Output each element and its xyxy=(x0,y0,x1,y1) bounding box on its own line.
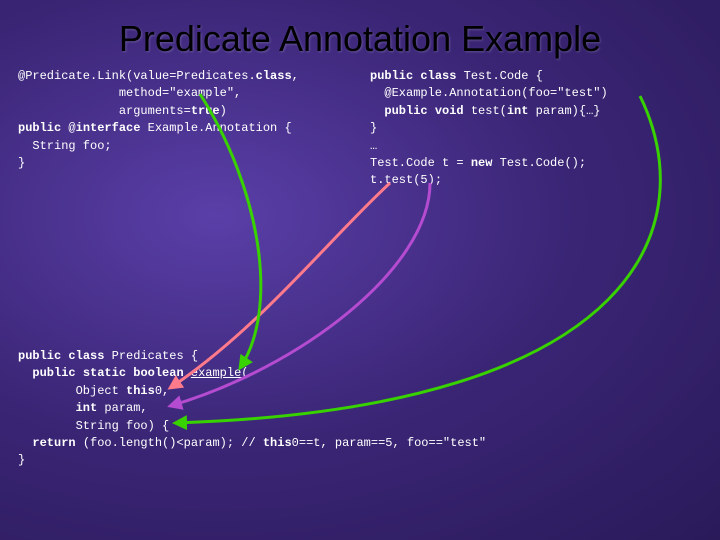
slide-title: Predicate Annotation Example xyxy=(0,0,720,68)
code-text: Test.Code t = xyxy=(370,156,471,170)
code-text: … xyxy=(370,139,377,153)
code-keyword: class xyxy=(420,69,456,83)
code-keyword: public xyxy=(384,104,427,118)
code-text: , xyxy=(234,86,241,100)
code-number: 5 xyxy=(420,173,427,187)
code-keyword: this xyxy=(126,384,155,398)
code-text: , foo== xyxy=(393,436,443,450)
code-text: ) xyxy=(220,104,227,118)
left-code-block: @Predicate.Link(value=Predicates.class, … xyxy=(18,68,368,172)
code-keyword: public xyxy=(370,69,413,83)
code-keyword: boolean xyxy=(133,366,183,380)
code-text: Test.Code(); xyxy=(492,156,586,170)
code-text xyxy=(18,401,76,415)
code-text xyxy=(370,104,384,118)
code-text: @ xyxy=(61,121,75,135)
code-keyword: this xyxy=(263,436,292,450)
code-number: 5 xyxy=(385,436,392,450)
code-string: "test" xyxy=(443,436,486,450)
code-text xyxy=(76,366,83,380)
code-text xyxy=(18,436,32,450)
code-text: (foo.length()<param); // xyxy=(76,436,263,450)
code-text: param, xyxy=(97,401,147,415)
code-text: Object xyxy=(18,384,126,398)
code-text: @Predicate.Link(value=Predicates. xyxy=(18,69,256,83)
code-text: @Example.Annotation(foo= xyxy=(370,86,557,100)
code-keyword: return xyxy=(32,436,75,450)
code-keyword: static xyxy=(83,366,126,380)
code-text xyxy=(184,366,191,380)
code-text: ); xyxy=(428,173,442,187)
code-text: } xyxy=(370,121,377,135)
code-text xyxy=(18,366,32,380)
code-keyword: void xyxy=(435,104,464,118)
code-string: "test" xyxy=(557,86,600,100)
code-keyword: int xyxy=(76,401,98,415)
code-text: t.test( xyxy=(370,173,420,187)
code-text: String foo; xyxy=(18,139,112,153)
code-text: Predicates { xyxy=(104,349,198,363)
code-text: 0, xyxy=(155,384,169,398)
code-area: @Predicate.Link(value=Predicates.class, … xyxy=(0,68,720,538)
code-keyword: interface xyxy=(76,121,141,135)
code-keyword: int xyxy=(507,104,529,118)
code-text: param){…} xyxy=(528,104,600,118)
code-keyword: public xyxy=(32,366,75,380)
code-text xyxy=(428,104,435,118)
code-text: 0==t, param== xyxy=(292,436,386,450)
code-keyword: class xyxy=(68,349,104,363)
code-text: ) xyxy=(600,86,607,100)
code-text: } xyxy=(18,453,25,467)
code-text: test( xyxy=(464,104,507,118)
code-text: , xyxy=(292,69,299,83)
code-string: "example" xyxy=(169,86,234,100)
code-text: method= xyxy=(18,86,169,100)
code-text: } xyxy=(18,156,25,170)
code-keyword: public xyxy=(18,121,61,135)
code-method-name: example xyxy=(191,366,241,380)
code-text: Example.Annotation { xyxy=(140,121,291,135)
code-text: ( xyxy=(241,366,248,380)
code-text: arguments= xyxy=(18,104,191,118)
code-text: String foo) { xyxy=(18,419,169,433)
code-keyword: class xyxy=(256,69,292,83)
bottom-code-block: public class Predicates { public static … xyxy=(18,348,668,470)
code-text: Test.Code { xyxy=(456,69,542,83)
code-keyword: true xyxy=(191,104,220,118)
right-code-block: public class Test.Code { @Example.Annota… xyxy=(370,68,710,190)
code-keyword: public xyxy=(18,349,61,363)
code-keyword: new xyxy=(471,156,493,170)
